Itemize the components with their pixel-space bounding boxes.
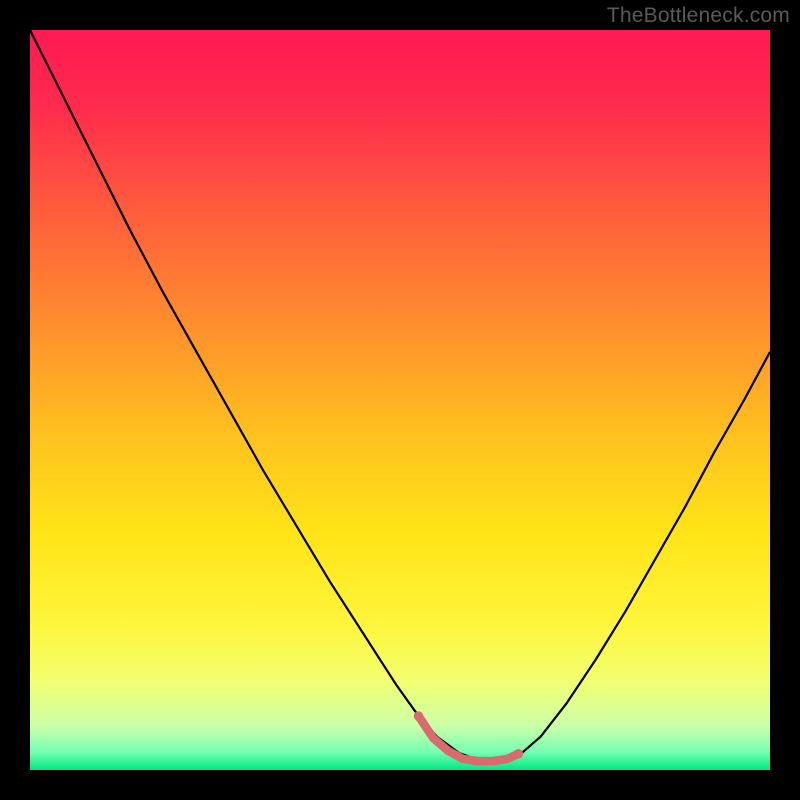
- bottleneck-chart: [0, 0, 800, 800]
- optimal-zone-highlight-endpoint: [414, 711, 424, 721]
- gradient-plot-area: [30, 30, 770, 770]
- watermark-label: TheBottleneck.com: [607, 4, 790, 28]
- optimal-zone-highlight-endpoint: [514, 749, 524, 759]
- chart-stage: TheBottleneck.com: [0, 0, 800, 800]
